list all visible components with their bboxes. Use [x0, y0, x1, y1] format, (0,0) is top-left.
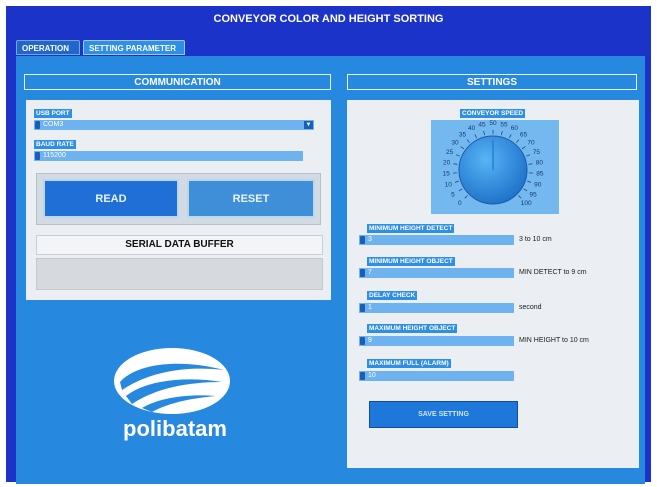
port-icon: [35, 121, 40, 129]
knob-tick-label: 50: [489, 120, 497, 127]
max-height-object-label: MAXIMUM HEIGHT OBJECT: [367, 324, 458, 333]
min-height-object-unit: MIN DETECT to 9 cm: [519, 269, 587, 276]
conveyor-speed-knob[interactable]: 05 10 15 20 25 30354045 50 55606570 75 80 85 90 9510…: [431, 120, 559, 214]
logo-emblem-icon: [114, 348, 230, 414]
button-group: READ RESET: [36, 173, 321, 225]
knob-tick-label: 60: [511, 125, 519, 132]
communication-box: USB PORT COM3 ▼ BAUD RATE 115200 READ RE…: [26, 100, 331, 300]
baud-rate-field[interactable]: 115200: [34, 151, 303, 161]
logo-text: polibatam: [123, 416, 227, 441]
conveyor-speed-label: CONVEYOR SPEED: [460, 109, 526, 118]
knob-tick-label: 35: [459, 131, 467, 138]
app-window: CONVEYOR COLOR AND HEIGHT SORTING OPERAT…: [6, 6, 651, 484]
settings-box: CONVEYOR SPEED 0 5 10 15 20 25 30 35 40 45 50 55 60 6…: [347, 100, 639, 468]
usb-port-select[interactable]: COM3 ▼: [34, 120, 314, 130]
knob-tick-label: 65: [520, 131, 528, 138]
knob-tick-label: 55: [500, 121, 508, 128]
knob-tick-label: 45: [478, 121, 486, 128]
knob-tick-label: 25: [446, 149, 454, 156]
max-height-object-unit: MIN HEIGHT to 10 cm: [519, 337, 589, 344]
spinner-icon[interactable]: [360, 372, 365, 380]
knob-tick-label: 40: [468, 125, 476, 132]
min-height-object-label: MINIMUM HEIGHT OBJECT: [367, 257, 455, 266]
usb-port-label: USB PORT: [34, 109, 72, 118]
serial-buffer-display: [36, 258, 323, 290]
max-height-object-field[interactable]: 9: [359, 336, 514, 346]
knob-tick-label: 5: [451, 192, 455, 199]
delay-check-value: 1: [368, 304, 372, 311]
knob-tick-label: 95: [529, 192, 537, 199]
knob-tick-label: 0: [458, 200, 462, 207]
knob-tick-label: 20: [443, 160, 451, 167]
chevron-down-icon[interactable]: ▼: [304, 121, 313, 129]
tab-setting-parameter[interactable]: SETTING PARAMETER: [83, 40, 185, 55]
settings-header: SETTINGS: [347, 74, 637, 90]
min-height-detect-unit: 3 to 10 cm: [519, 236, 552, 243]
spinner-icon[interactable]: [360, 304, 365, 312]
knob-tick-label: 10: [445, 182, 453, 189]
max-full-alarm-field[interactable]: 10: [359, 371, 514, 381]
baud-rate-value: 115200: [43, 152, 66, 159]
spinner-icon[interactable]: [360, 236, 365, 244]
knob-tick-label: 90: [534, 182, 542, 189]
serial-buffer-label: SERIAL DATA BUFFER: [36, 235, 323, 255]
usb-port-value: COM3: [43, 121, 64, 128]
knob-tick-label: 80: [536, 160, 544, 167]
save-setting-button[interactable]: SAVE SETTING: [369, 401, 518, 428]
knob-tick-label: 70: [527, 139, 535, 146]
communication-header: COMMUNICATION: [24, 74, 331, 90]
min-height-detect-value: 3: [368, 236, 372, 243]
window-title: CONVEYOR COLOR AND HEIGHT SORTING: [213, 13, 444, 25]
knob-tick-label: 30: [451, 139, 459, 146]
knob-tick-label: 85: [536, 171, 544, 178]
polibatam-logo: [112, 346, 232, 416]
min-height-detect-label: MINIMUM HEIGHT DETECT: [367, 224, 455, 233]
setting-parameter-panel: COMMUNICATION USB PORT COM3 ▼ BAUD RATE …: [16, 56, 645, 484]
knob-tick-label: 15: [443, 171, 451, 178]
delay-check-label: DELAY CHECK: [367, 291, 418, 300]
spinner-icon[interactable]: [35, 152, 40, 160]
min-height-object-field[interactable]: 7: [359, 268, 514, 278]
min-height-object-value: 7: [368, 269, 372, 276]
max-height-object-value: 9: [368, 337, 372, 344]
tab-operation[interactable]: OPERATION: [16, 40, 80, 55]
knob-tick-label: 75: [533, 149, 541, 156]
delay-check-unit: second: [519, 304, 542, 311]
min-height-detect-field[interactable]: 3: [359, 235, 514, 245]
max-full-alarm-value: 10: [368, 372, 376, 379]
reset-button[interactable]: RESET: [187, 179, 315, 218]
delay-check-field[interactable]: 1: [359, 303, 514, 313]
spinner-icon[interactable]: [360, 269, 365, 277]
max-full-alarm-label: MAXIMUM FULL (ALARM): [367, 359, 451, 368]
baud-rate-label: BAUD RATE: [34, 140, 76, 149]
read-button[interactable]: READ: [43, 179, 179, 218]
knob-tick-label: 100: [521, 200, 532, 207]
spinner-icon[interactable]: [360, 337, 365, 345]
